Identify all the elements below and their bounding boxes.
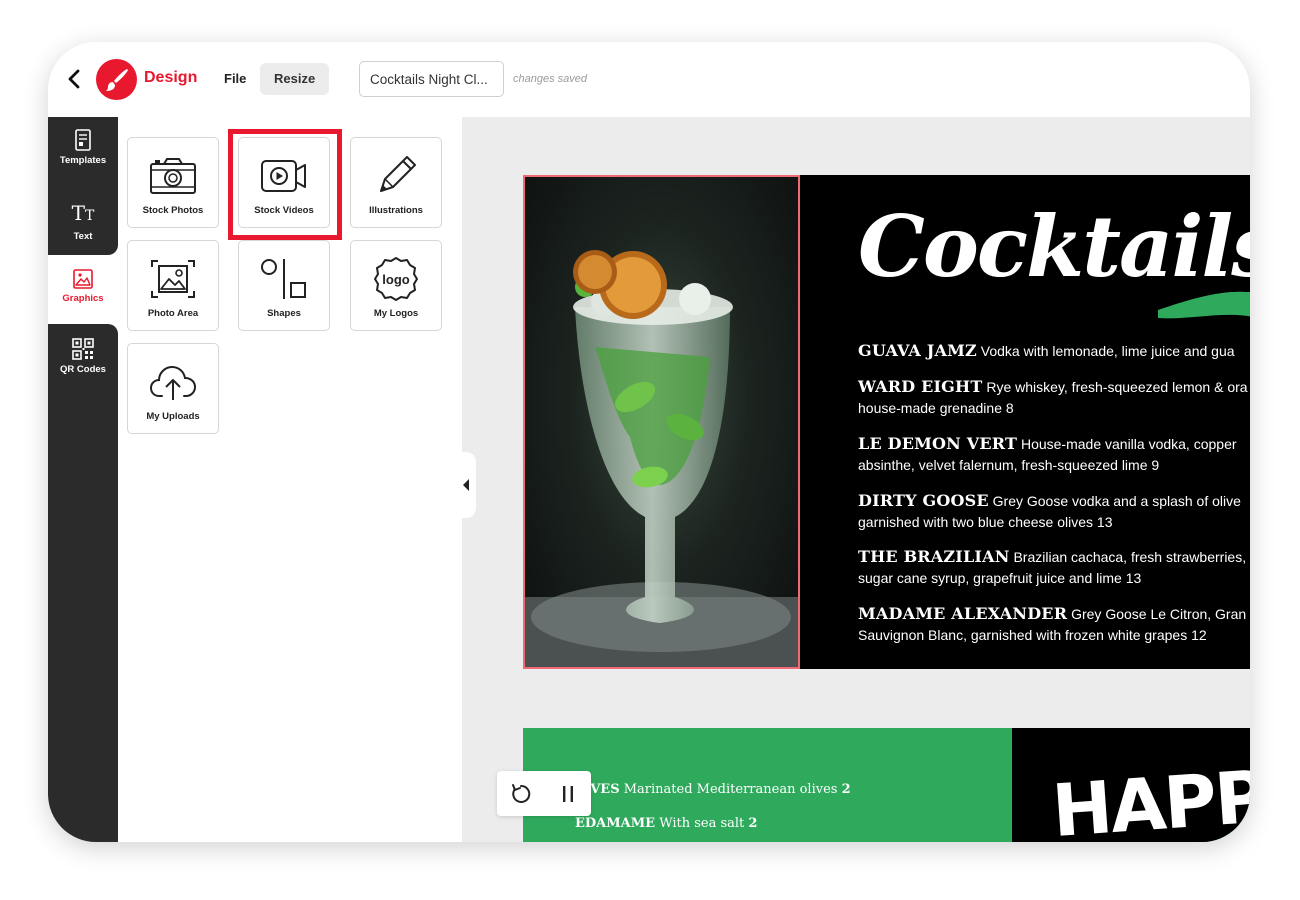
menu-item-name: DIRTY GOOSE (858, 491, 989, 510)
back-button[interactable] (64, 67, 84, 91)
qr-code-icon (72, 338, 94, 360)
paintbrush-icon (105, 68, 128, 91)
video-player-controls (497, 771, 591, 816)
menu-item-name: MADAME ALEXANDER (858, 604, 1068, 623)
nav-corner-bottom (48, 324, 118, 338)
sidebar-item-label: Graphics (62, 293, 104, 304)
menu-item[interactable]: LIVES Marinated Mediterranean olives 2 (575, 782, 851, 797)
pencil-icon (380, 156, 416, 192)
tile-label: Photo Area (147, 308, 199, 319)
pause-icon (562, 785, 573, 802)
menu-item-desc: Marinated Mediterranean olives (623, 782, 838, 797)
tile-label: My Logos (373, 308, 419, 319)
logo-icon-text: logo (382, 272, 409, 287)
sidebar-item-text[interactable]: TT Text (48, 202, 118, 242)
graphics-icon (73, 269, 93, 289)
menu-item-desc-line2: sugar cane syrup, grapefruit juice and l… (858, 570, 1142, 586)
menu-item-desc: Vodka with lemonade, lime juice and gua (980, 343, 1235, 359)
camera-icon (150, 158, 196, 194)
sidebar-item-label: QR Codes (60, 364, 106, 375)
resize-button[interactable]: Resize (260, 63, 330, 95)
app-window: Design File Resize changes saved Templat… (48, 42, 1250, 842)
menu-item[interactable]: MADAME ALEXANDER Grey Goose Le Citron, G… (858, 603, 1250, 646)
logo-icon: logo (374, 257, 418, 301)
menu-item-name: WARD EIGHT (858, 377, 983, 396)
stock-videos-highlight (228, 129, 342, 240)
menu-item-desc-line2: absinthe, velvet falernum, fresh-squeeze… (858, 457, 1160, 473)
brush-logo[interactable] (96, 59, 137, 100)
top-bar: Design File Resize changes saved (48, 42, 1250, 117)
menu-item-name: LE DEMON VERT (858, 434, 1018, 453)
templates-icon (75, 129, 91, 151)
menu-item[interactable]: THE BRAZILIAN Brazilian cachaca, fresh s… (858, 546, 1250, 589)
shapes-icon (261, 259, 306, 299)
sidebar-item-label: Templates (59, 155, 107, 166)
file-menu[interactable]: File (216, 64, 254, 94)
menu-item[interactable]: DIRTY GOOSE Grey Goose vodka and a splas… (858, 490, 1250, 533)
text-icon: TT (71, 201, 95, 225)
menu-item-desc-line2: garnished with two blue cheese olives 13 (858, 514, 1113, 530)
design-canvas[interactable]: Cocktails GUAVA JAMZ Vodka with lemonade… (462, 117, 1250, 842)
tile-illustrations[interactable]: Illustrations (350, 137, 442, 228)
save-status: changes saved (513, 73, 587, 85)
tile-label: Shapes (267, 308, 301, 319)
menu-item-name: THE BRAZILIAN (858, 547, 1010, 566)
menu-item-name: EDAMAME (575, 816, 656, 831)
menu-item-desc: Grey Goose vodka and a splash of olive (992, 493, 1241, 509)
menu-item-desc: House-made vanilla vodka, copper (1020, 436, 1237, 452)
menu-item-price: 2 (841, 782, 851, 797)
menu-item[interactable]: EDAMAME With sea salt 2 (575, 816, 757, 831)
chevron-left-icon (68, 69, 80, 89)
tile-label: My Uploads (146, 411, 200, 422)
replay-button[interactable] (505, 778, 537, 810)
menu-item-desc: With sea salt (659, 816, 745, 831)
menu-item-desc: Brazilian cachaca, fresh strawberries, (1013, 549, 1247, 565)
tile-stock-photos[interactable]: Stock Photos (127, 137, 219, 228)
sidebar-item-qr-codes[interactable]: QR Codes (48, 338, 118, 375)
tile-photo-area[interactable]: Photo Area (127, 240, 219, 331)
left-sidebar: Templates TT Text Graphics QR Codes (48, 117, 118, 842)
tile-my-logos[interactable]: logo My Logos (350, 240, 442, 331)
cocktail-photo[interactable] (523, 175, 800, 669)
menu-item-desc-line2: house-made grenadine 8 (858, 400, 1014, 416)
happy-block[interactable]: HAPPY (1012, 728, 1250, 842)
menu-item[interactable]: GUAVA JAMZ Vodka with lemonade, lime jui… (858, 340, 1250, 362)
brand-label: Design (144, 69, 198, 86)
menu-item-name: GUAVA JAMZ (858, 341, 977, 360)
cloud-upload-icon (149, 365, 197, 400)
cocktail-glass-illustration (525, 250, 798, 667)
pause-button[interactable] (552, 778, 584, 810)
menu-page-1[interactable]: Cocktails GUAVA JAMZ Vodka with lemonade… (523, 175, 1250, 669)
replay-icon (511, 783, 530, 803)
tile-my-uploads[interactable]: My Uploads (127, 343, 219, 434)
tile-label: Stock Photos (142, 205, 204, 216)
menu-text-block[interactable]: Cocktails GUAVA JAMZ Vodka with lemonade… (858, 175, 1250, 669)
collapse-panel-button[interactable] (456, 452, 476, 518)
menu-item-price: 2 (748, 816, 758, 831)
sidebar-item-templates[interactable]: Templates (48, 129, 118, 166)
menu-item-desc: Grey Goose Le Citron, Gran (1071, 606, 1247, 622)
caret-left-icon (463, 479, 469, 491)
menu-item-desc: Rye whiskey, fresh-squeezed lemon & ora (986, 379, 1248, 395)
happy-title[interactable]: HAPPY (1049, 751, 1250, 842)
document-title-input[interactable] (359, 61, 504, 97)
menu-item[interactable]: WARD EIGHT Rye whiskey, fresh-squeezed l… (858, 376, 1250, 419)
tile-label: Illustrations (369, 205, 423, 216)
menu-item[interactable]: LE DEMON VERT House-made vanilla vodka, … (858, 433, 1250, 476)
menu-page-2[interactable]: LIVES Marinated Mediterranean olives 2 E… (523, 728, 1250, 842)
tile-shapes[interactable]: Shapes (238, 240, 330, 331)
nav-corner-top (48, 241, 118, 255)
photo-area-icon (151, 260, 195, 298)
green-brush-stroke (1158, 291, 1250, 319)
sidebar-item-graphics[interactable]: Graphics (48, 269, 118, 304)
menu-item-desc-line2: Sauvignon Blanc, garnished with frozen w… (858, 627, 1207, 643)
